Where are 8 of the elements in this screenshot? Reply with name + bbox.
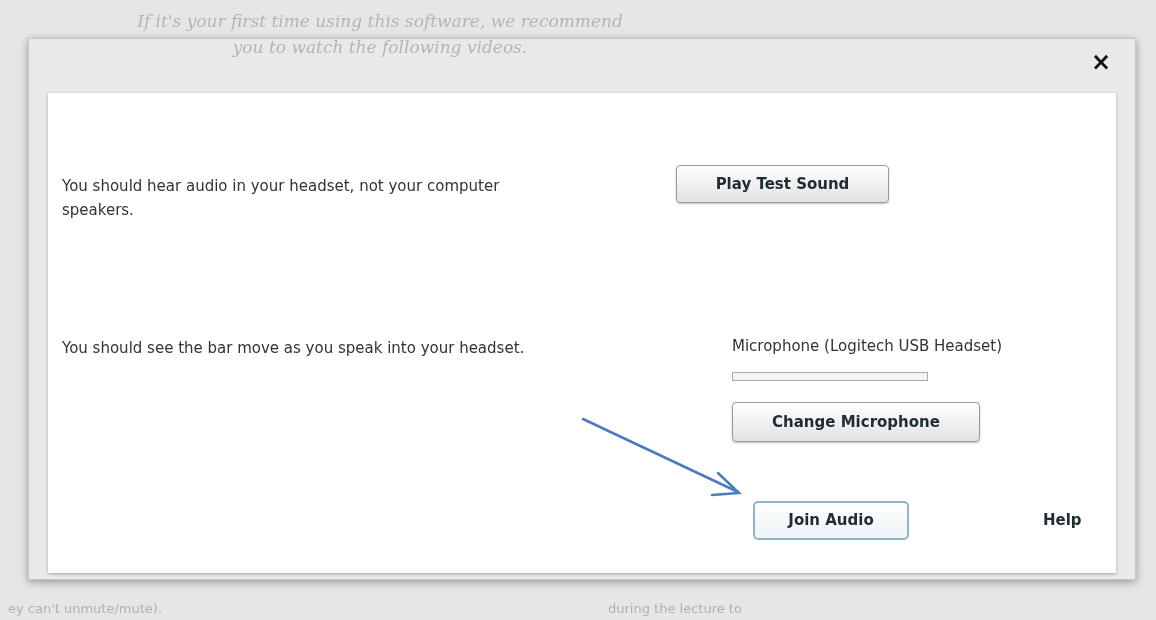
- change-microphone-button[interactable]: Change Microphone: [732, 402, 980, 442]
- close-button[interactable]: ×: [1090, 48, 1112, 76]
- join-audio-button[interactable]: Join Audio: [753, 501, 909, 540]
- microphone-instruction: You should see the bar move as you speak into your headset.: [62, 338, 526, 359]
- microphone-label: Microphone (Logitech USB Headset): [732, 336, 1003, 357]
- help-link[interactable]: Help: [1043, 509, 1082, 532]
- play-test-sound-button[interactable]: Play Test Sound: [676, 165, 889, 203]
- speaker-instruction: You should hear audio in your headset, not your computer speakers.: [62, 176, 501, 221]
